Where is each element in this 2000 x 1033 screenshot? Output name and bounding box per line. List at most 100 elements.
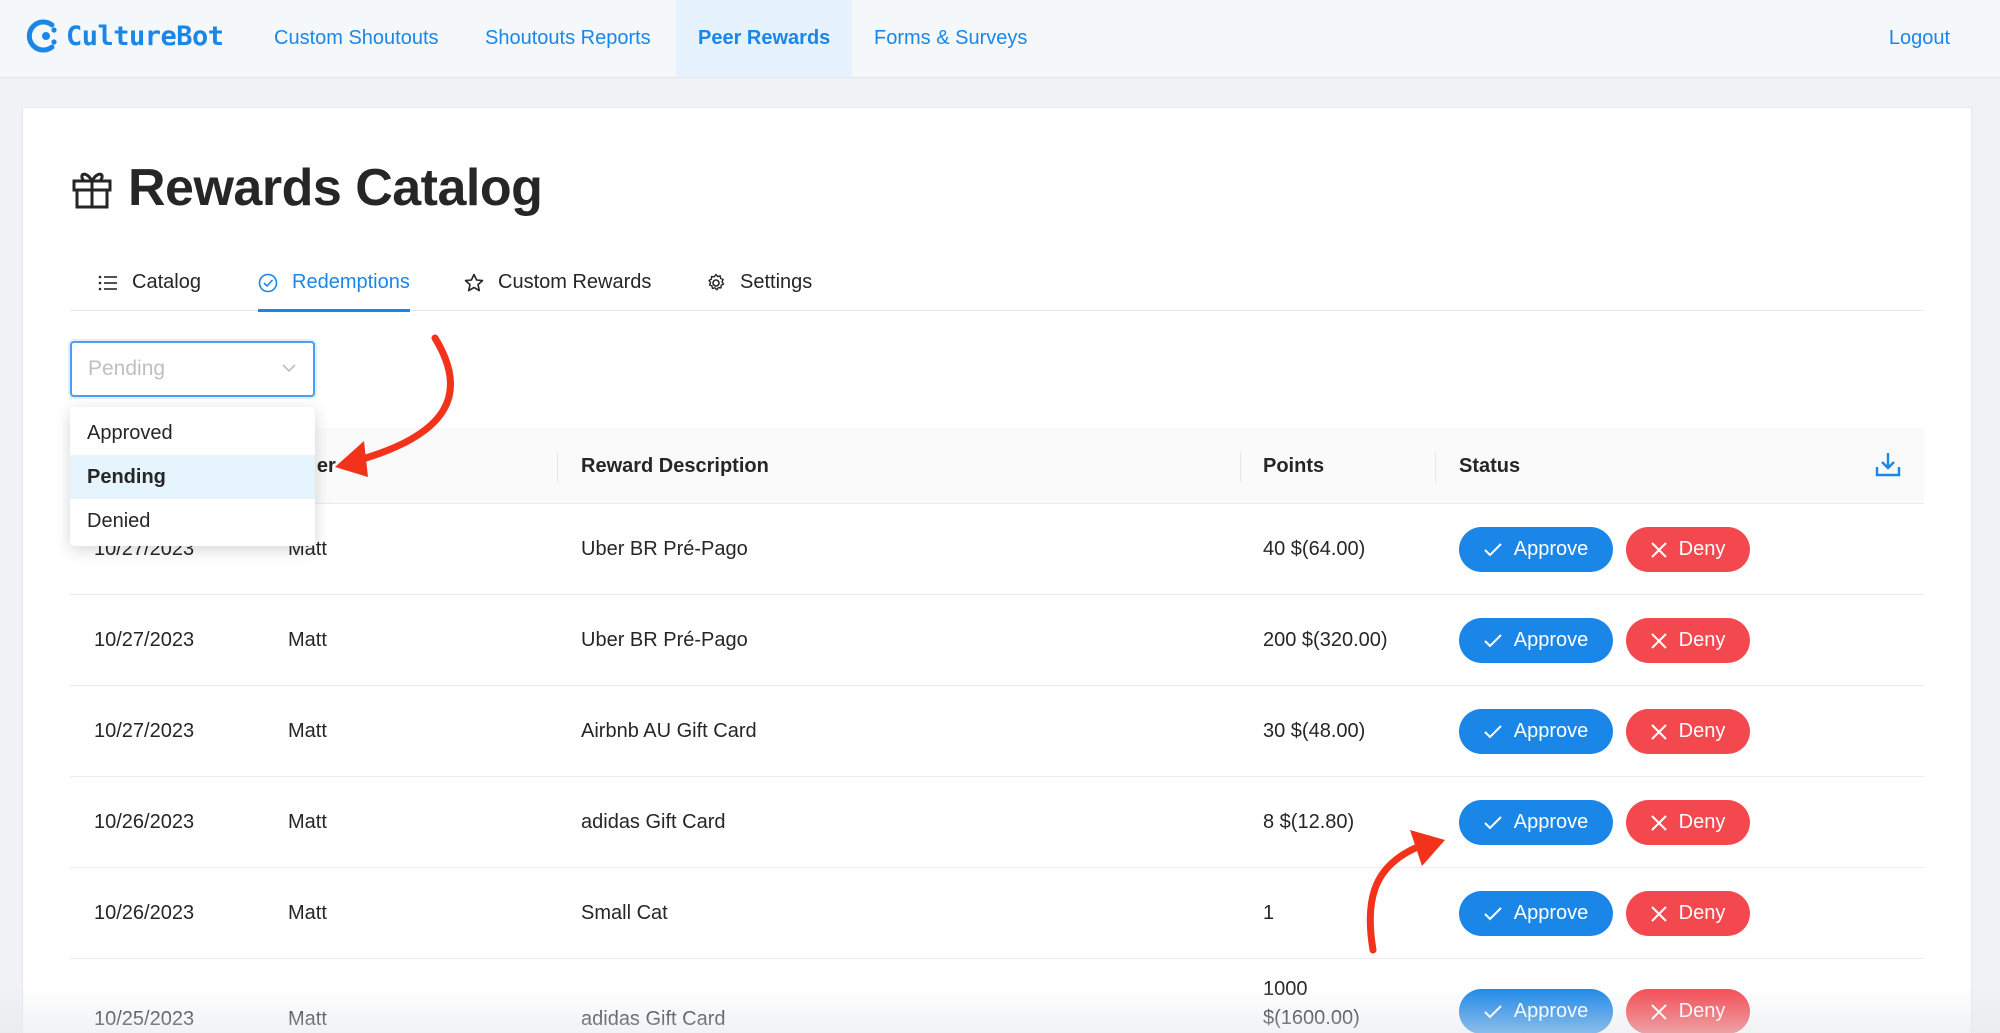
option-approved[interactable]: Approved — [70, 411, 315, 455]
cell-description: adidas Gift Card — [581, 810, 726, 833]
gift-icon — [72, 172, 112, 209]
status-filter-select[interactable]: Pending — [70, 341, 315, 397]
cell-date: 10/25/2023 — [94, 1007, 195, 1030]
check-icon — [1484, 1004, 1502, 1018]
tab-redemptions[interactable]: Redemptions — [258, 254, 410, 312]
close-icon — [1650, 723, 1667, 740]
option-pending[interactable]: Pending — [70, 455, 315, 499]
page-title: Rewards Catalog — [70, 158, 543, 218]
close-icon — [1650, 541, 1667, 558]
approve-button[interactable]: Approve — [1459, 618, 1613, 663]
approve-label: Approve — [1513, 1000, 1589, 1022]
cell-redeemer: Matt — [288, 1007, 327, 1030]
download-button[interactable] — [1874, 450, 1902, 483]
tab-redemptions-label: Redemptions — [292, 271, 410, 293]
deny-label: Deny — [1678, 811, 1726, 833]
star-icon — [464, 273, 484, 291]
check-icon — [1484, 724, 1502, 738]
tab-settings-label: Settings — [740, 271, 813, 293]
points-amount: $(1600.00) — [1263, 1007, 1360, 1029]
cell-date: 10/26/2023 — [94, 810, 195, 833]
table-row: 10/27/2023 Matt Uber BR Pré-Pago 40 $(64… — [70, 504, 1924, 595]
tab-catalog-label: Catalog — [132, 271, 201, 293]
table-header: de er Reward Description Points Status — [70, 428, 1924, 504]
cell-redeemer: Matt — [288, 901, 327, 924]
points-value: 1000 — [1263, 978, 1308, 1000]
cell-description: Airbnb AU Gift Card — [581, 719, 757, 742]
deny-button[interactable]: Deny — [1626, 527, 1750, 572]
cell-points: 30 $(48.00) — [1263, 719, 1366, 742]
close-icon — [1650, 632, 1667, 649]
nav-shoutouts-reports[interactable]: Shoutouts Reports — [463, 0, 673, 77]
tab-custom-rewards-label: Custom Rewards — [498, 271, 652, 293]
header-description[interactable]: Reward Description — [581, 428, 769, 504]
cell-description: adidas Gift Card — [581, 1007, 726, 1030]
table-row: 10/26/2023 Matt Small Cat 1 Approve Deny — [70, 868, 1924, 959]
approve-label: Approve — [1513, 720, 1589, 742]
download-icon — [1875, 453, 1901, 477]
brand-name: CultureBot — [66, 20, 224, 52]
cell-redeemer: Matt — [288, 719, 327, 742]
cell-points: 8 $(12.80) — [1263, 810, 1355, 833]
tab-bar: Catalog Redemptions Custom Rewards Setti… — [70, 254, 1924, 312]
approve-button[interactable]: Approve — [1459, 527, 1613, 572]
approve-label: Approve — [1513, 811, 1589, 833]
approve-button[interactable]: Approve — [1459, 891, 1613, 936]
approve-button[interactable]: Approve — [1459, 800, 1613, 845]
cell-redeemer: Matt — [288, 628, 327, 651]
tab-settings[interactable]: Settings — [706, 254, 812, 311]
approve-label: Approve — [1513, 538, 1589, 560]
deny-label: Deny — [1678, 629, 1726, 651]
top-nav: CultureBot Custom Shoutouts Shoutouts Re… — [0, 0, 2000, 78]
cell-date: 10/27/2023 — [94, 628, 195, 651]
list-icon — [98, 275, 117, 290]
table-row: 10/27/2023 Matt Uber BR Pré-Pago 200 $(3… — [70, 595, 1924, 686]
cell-points: 1000 $(1600.00) — [1263, 959, 1360, 1033]
logout-link[interactable]: Logout — [1889, 0, 1950, 77]
check-icon — [1484, 815, 1502, 829]
deny-button[interactable]: Deny — [1626, 618, 1750, 663]
check-circle-icon — [258, 273, 278, 292]
deny-label: Deny — [1678, 720, 1726, 742]
cell-points: 40 $(64.00) — [1263, 537, 1366, 560]
deny-label: Deny — [1678, 538, 1726, 560]
header-separator — [557, 452, 558, 482]
deny-button[interactable]: Deny — [1626, 891, 1750, 936]
tab-custom-rewards[interactable]: Custom Rewards — [464, 254, 651, 311]
cell-description: Small Cat — [581, 901, 668, 924]
cell-description: Uber BR Pré-Pago — [581, 537, 748, 560]
cell-redeemer: Matt — [288, 810, 327, 833]
approve-label: Approve — [1513, 902, 1589, 924]
check-icon — [1484, 906, 1502, 920]
deny-label: Deny — [1678, 1000, 1726, 1022]
page-heading: Rewards Catalog — [128, 159, 543, 217]
nav-peer-rewards[interactable]: Peer Rewards — [676, 0, 853, 77]
deny-button[interactable]: Deny — [1626, 989, 1750, 1033]
cell-date: 10/26/2023 — [94, 901, 195, 924]
cell-points: 200 $(320.00) — [1263, 628, 1388, 651]
deny-button[interactable]: Deny — [1626, 709, 1750, 754]
header-status[interactable]: Status — [1459, 428, 1520, 504]
table-row: 10/26/2023 Matt adidas Gift Card 8 $(12.… — [70, 777, 1924, 868]
nav-custom-shoutouts[interactable]: Custom Shoutouts — [252, 0, 461, 77]
status-filter-dropdown: Approved Pending Denied — [70, 407, 315, 546]
option-denied[interactable]: Denied — [70, 499, 315, 543]
table-row: 10/25/2023 Matt adidas Gift Card 1000 $(… — [70, 959, 1924, 1033]
header-points[interactable]: Points — [1263, 428, 1324, 504]
status-filter-placeholder: Pending — [88, 357, 166, 380]
close-icon — [1650, 905, 1667, 922]
check-icon — [1484, 633, 1502, 647]
close-icon — [1650, 1003, 1667, 1020]
nav-forms-surveys[interactable]: Forms & Surveys — [852, 0, 1049, 77]
approve-button[interactable]: Approve — [1459, 709, 1613, 754]
header-separator — [1435, 452, 1436, 482]
cell-points: 1 — [1263, 901, 1275, 924]
approve-label: Approve — [1513, 629, 1589, 651]
approve-button[interactable]: Approve — [1459, 989, 1613, 1033]
deny-button[interactable]: Deny — [1626, 800, 1750, 845]
cell-description: Uber BR Pré-Pago — [581, 628, 748, 651]
gear-icon — [708, 273, 725, 290]
chevron-down-icon — [282, 364, 296, 373]
culturebot-logo[interactable]: CultureBot — [26, 14, 224, 58]
tab-catalog[interactable]: Catalog — [98, 254, 201, 311]
